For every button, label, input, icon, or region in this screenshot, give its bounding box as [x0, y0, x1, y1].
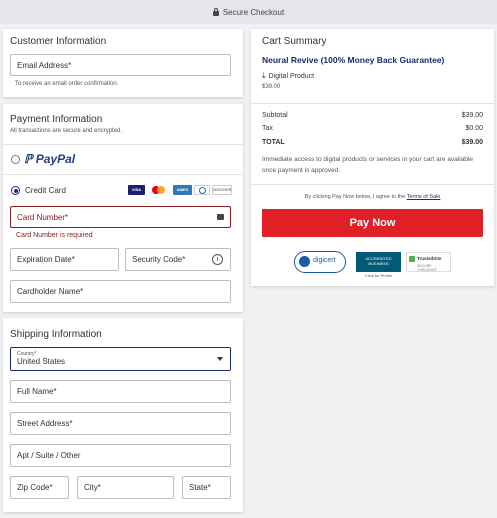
city-field[interactable]: City* — [77, 476, 174, 499]
total-label: TOTAL — [262, 139, 285, 146]
apt-suite-field[interactable]: Apt / Suite / Other — [10, 444, 231, 467]
card-number-error: Card Number is required — [16, 232, 93, 239]
cardholder-name-field[interactable]: Cardholder Name* — [10, 280, 231, 303]
country-value: United States — [17, 357, 66, 366]
subtotal-value: $39.00 — [461, 112, 483, 119]
trustedsite-label-2: SECURE CHECKOUT — [417, 264, 437, 272]
subtotal-row: Subtotal $39.00 — [262, 112, 483, 119]
chevron-down-icon — [217, 357, 223, 361]
paypal-label: PayPal — [35, 152, 76, 166]
bbb-badge[interactable]: ACCREDITED BUSINESS — [356, 252, 401, 272]
divider — [3, 144, 243, 145]
credit-card-radio[interactable] — [11, 186, 20, 195]
terms-note: By clicking Pay Now below, I agree to th… — [251, 194, 494, 200]
customer-information-title: Customer Information — [10, 36, 107, 47]
tax-label: Tax — [262, 125, 273, 132]
shipping-information-title: Shipping Information — [10, 329, 102, 340]
expiration-date-label: Expiration Date* — [17, 255, 75, 264]
tax-row: Tax $0.00 — [262, 125, 483, 132]
street-address-field[interactable]: Street Address* — [10, 412, 231, 435]
product-name: Neural Revive (100% Money Back Guarantee… — [262, 55, 445, 65]
country-select[interactable]: Country* United States — [10, 347, 231, 371]
secure-checkout-bar: Secure Checkout — [0, 0, 497, 24]
diners-icon — [194, 185, 210, 195]
amex-icon: AMEX — [173, 185, 192, 195]
terms-link[interactable]: Terms of Sale — [407, 194, 441, 200]
secure-checkout-title: Secure Checkout — [222, 7, 285, 17]
bbb-click-label: Click for Profile — [365, 273, 392, 278]
divider — [3, 174, 243, 175]
payment-information-card: Payment Information All transactions are… — [3, 104, 243, 312]
credit-card-label: Credit Card — [25, 186, 66, 195]
email-field-label: Email Address* — [17, 60, 72, 70]
paypal-logo: ℙ PayPal — [24, 152, 76, 166]
access-note: Immediate access to digital products or … — [262, 156, 473, 174]
discover-icon: DISCOVER — [212, 185, 232, 195]
lock-icon — [212, 7, 219, 16]
bbb-label-2: BUSINESS — [368, 261, 389, 266]
payment-subtitle: All transactions are secure and encrypte… — [10, 128, 123, 134]
info-icon[interactable]: i — [212, 254, 223, 265]
tax-value: $0.00 — [465, 125, 483, 132]
cardholder-name-label: Cardholder Name* — [17, 287, 84, 296]
total-row: TOTAL $39.00 — [262, 139, 483, 146]
terms-prefix: By clicking Pay Now below, I agree to th… — [304, 194, 406, 200]
divider — [251, 184, 494, 185]
divider — [251, 103, 494, 104]
trustedsite-check-icon — [409, 256, 415, 262]
product-price: $39.00 — [262, 84, 281, 90]
expiration-date-field[interactable]: Expiration Date* — [10, 248, 119, 271]
payment-information-title: Payment Information — [10, 114, 103, 125]
apt-suite-label: Apt / Suite / Other — [17, 451, 81, 460]
digicert-label: digicert — [313, 257, 336, 264]
product-type: ⤓ Digital Product — [262, 71, 314, 81]
trustedsite-label-1: TrustedSite — [417, 256, 442, 261]
pay-now-button[interactable]: Pay Now — [262, 209, 483, 237]
digicert-badge: digicert — [294, 251, 346, 273]
card-number-field[interactable]: Card Number* — [10, 206, 231, 228]
email-hint: To receive an email order confirmation. — [15, 81, 119, 87]
total-value: $39.00 — [461, 139, 483, 146]
card-number-label: Card Number* — [17, 212, 69, 222]
trustedsite-badge: TrustedSite SECURE CHECKOUT — [406, 252, 451, 272]
state-field[interactable]: State* — [182, 476, 231, 499]
customer-information-card: Customer Information Email Address* To r… — [3, 29, 243, 97]
shipping-information-card: Shipping Information Country* United Sta… — [3, 318, 243, 512]
security-code-label: Security Code* — [132, 255, 186, 264]
zip-code-label: Zip Code* — [17, 483, 53, 492]
state-label: State* — [189, 483, 211, 492]
subtotal-label: Subtotal — [262, 112, 288, 119]
full-name-label: Full Name* — [17, 387, 57, 396]
mastercard-icon — [150, 185, 167, 195]
zip-code-field[interactable]: Zip Code* — [10, 476, 69, 499]
paypal-radio[interactable] — [11, 155, 20, 164]
product-type-label: Digital Product — [268, 73, 315, 80]
cart-summary-title: Cart Summary — [262, 36, 327, 47]
card-lock-icon — [217, 214, 224, 220]
full-name-field[interactable]: Full Name* — [10, 380, 231, 403]
city-label: City* — [84, 483, 101, 492]
security-code-field[interactable]: Security Code* i — [125, 248, 231, 271]
street-address-label: Street Address* — [17, 419, 73, 428]
digicert-check-icon — [299, 256, 310, 267]
download-icon: ⤓ — [262, 71, 266, 80]
email-field[interactable]: Email Address* — [10, 54, 231, 76]
cart-summary-card: Cart Summary Neural Revive (100% Money B… — [251, 29, 494, 286]
visa-icon: VISA — [128, 185, 145, 195]
